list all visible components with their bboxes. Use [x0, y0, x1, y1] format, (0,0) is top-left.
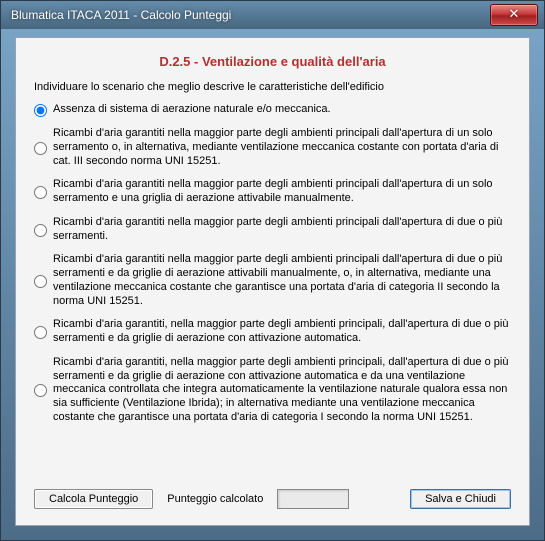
- option-group: Assenza di sistema di aerazione naturale…: [34, 103, 511, 425]
- option-2[interactable]: Ricambi d'aria garantiti nella maggior p…: [34, 178, 511, 206]
- dialog-window: Blumatica ITACA 2011 - Calcolo Punteggi …: [0, 0, 545, 541]
- score-label: Punteggio calcolato: [167, 493, 263, 505]
- option-2-label: Ricambi d'aria garantiti nella maggior p…: [53, 178, 511, 206]
- content-panel: D.2.5 - Ventilazione e qualità dell'aria…: [15, 37, 530, 526]
- titlebar: Blumatica ITACA 2011 - Calcolo Punteggi …: [1, 1, 544, 29]
- option-3[interactable]: Ricambi d'aria garantiti nella maggior p…: [34, 216, 511, 244]
- option-6[interactable]: Ricambi d'aria garantiti, nella maggior …: [34, 356, 511, 425]
- option-1[interactable]: Ricambi d'aria garantiti nella maggior p…: [34, 127, 511, 168]
- option-5-label: Ricambi d'aria garantiti, nella maggior …: [53, 318, 511, 346]
- option-5[interactable]: Ricambi d'aria garantiti, nella maggior …: [34, 318, 511, 346]
- option-1-label: Ricambi d'aria garantiti nella maggior p…: [53, 127, 511, 168]
- option-1-radio[interactable]: [34, 142, 47, 155]
- option-6-label: Ricambi d'aria garantiti, nella maggior …: [53, 356, 511, 425]
- score-value: [277, 489, 349, 509]
- bottom-bar: Calcola Punteggio Punteggio calcolato Sa…: [34, 489, 511, 509]
- option-6-radio[interactable]: [34, 384, 47, 397]
- close-button[interactable]: ✕: [490, 4, 538, 26]
- save-close-button[interactable]: Salva e Chiudi: [410, 489, 511, 509]
- option-4-radio[interactable]: [34, 275, 47, 288]
- option-3-label: Ricambi d'aria garantiti nella maggior p…: [53, 216, 511, 244]
- option-0[interactable]: Assenza di sistema di aerazione naturale…: [34, 103, 511, 117]
- calc-score-button[interactable]: Calcola Punteggio: [34, 489, 153, 509]
- close-icon: ✕: [509, 6, 520, 21]
- option-0-label: Assenza di sistema di aerazione naturale…: [53, 103, 511, 117]
- section-heading: D.2.5 - Ventilazione e qualità dell'aria: [34, 54, 511, 69]
- option-5-radio[interactable]: [34, 326, 47, 339]
- option-3-radio[interactable]: [34, 224, 47, 237]
- option-0-radio[interactable]: [34, 104, 47, 117]
- option-4-label: Ricambi d'aria garantiti nella maggior p…: [53, 253, 511, 308]
- option-4[interactable]: Ricambi d'aria garantiti nella maggior p…: [34, 253, 511, 308]
- option-2-radio[interactable]: [34, 186, 47, 199]
- intro-text: Individuare lo scenario che meglio descr…: [34, 81, 511, 93]
- window-title: Blumatica ITACA 2011 - Calcolo Punteggi: [11, 8, 490, 22]
